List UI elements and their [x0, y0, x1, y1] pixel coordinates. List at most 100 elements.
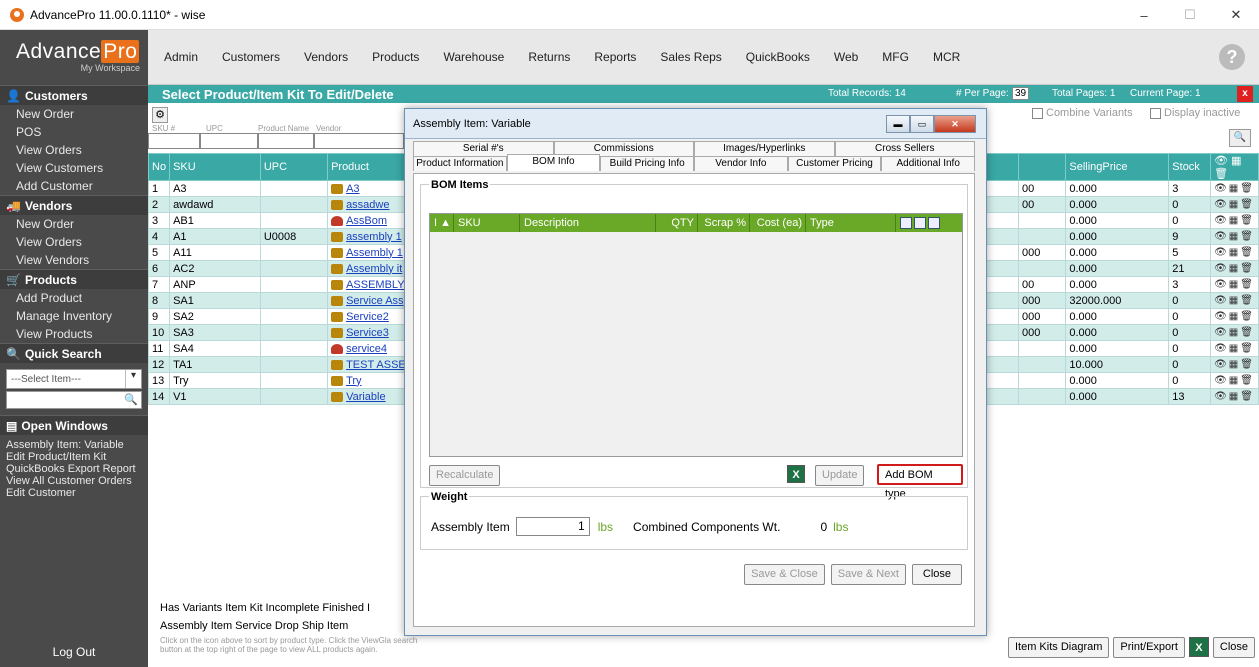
open-window-item[interactable]: Assembly Item: Variable: [0, 439, 148, 451]
sidebar-item-pos[interactable]: POS: [0, 123, 148, 141]
checkbox-icon[interactable]: [1150, 107, 1161, 119]
close-window-button[interactable]: ✕: [1213, 0, 1259, 30]
trash-icon[interactable]: 🗑: [1240, 199, 1255, 210]
edit-icon[interactable]: ▦: [1229, 215, 1240, 226]
product-link[interactable]: Service Ass: [346, 295, 403, 307]
edit-icon[interactable]: ▦: [1229, 295, 1240, 306]
tab-bom-info[interactable]: BOM Info: [506, 154, 601, 171]
sidebar-item-new-order[interactable]: New Order: [0, 105, 148, 123]
tab-images-hyperlinks[interactable]: Images/Hyperlinks: [694, 141, 835, 156]
tab-cross-sellers[interactable]: Cross Sellers: [834, 141, 975, 156]
tab-vendor-info[interactable]: Vendor Info: [694, 156, 788, 171]
close-list-button[interactable]: x: [1237, 86, 1253, 102]
sidebar-item-view-vendors[interactable]: View Vendors: [0, 251, 148, 269]
bom-col-scrap[interactable]: Scrap %: [698, 214, 750, 232]
quick-search-select[interactable]: ---Select Item--- ▾: [6, 369, 142, 389]
trash-icon[interactable]: 🗑: [1240, 359, 1255, 370]
cell-product[interactable]: TEST ASSE: [327, 356, 410, 373]
cell-product[interactable]: ASSEMBLY: [327, 276, 410, 293]
view-icon[interactable]: 👁: [1214, 311, 1229, 322]
tab-build-pricing-info[interactable]: Build Pricing Info: [600, 156, 695, 171]
view-icon[interactable]: 👁: [1214, 199, 1229, 210]
product-link[interactable]: Try: [346, 375, 361, 387]
minimize-button[interactable]: –: [1121, 0, 1167, 30]
edit-icon[interactable]: ▦: [1229, 183, 1240, 194]
view-all-search-button[interactable]: 🔍: [1229, 129, 1251, 147]
sidebar-item-manage-inventory[interactable]: Manage Inventory: [0, 307, 148, 325]
trash-icon[interactable]: 🗑: [1240, 215, 1255, 226]
bom-col-cost[interactable]: Cost (ea): [750, 214, 806, 232]
trash-icon[interactable]: 🗑: [1240, 375, 1255, 386]
product-link[interactable]: Service2: [346, 311, 389, 323]
chevron-down-icon[interactable]: ▾: [125, 370, 141, 388]
menu-warehouse[interactable]: Warehouse: [443, 50, 504, 64]
edit-icon[interactable]: ▦: [1229, 199, 1240, 210]
product-link[interactable]: ASSEMBLY: [346, 279, 405, 291]
cell-product[interactable]: Service2: [327, 308, 410, 325]
cell-product[interactable]: AssBom: [327, 212, 410, 229]
product-link[interactable]: Variable: [346, 391, 386, 403]
view-icon[interactable]: 👁: [1214, 183, 1229, 194]
menu-sales-reps[interactable]: Sales Reps: [660, 50, 721, 64]
recalculate-button[interactable]: Recalculate: [429, 465, 501, 486]
menu-products[interactable]: Products: [372, 50, 419, 64]
maximize-button[interactable]: ☐: [1167, 0, 1213, 30]
cell-product[interactable]: Service Ass: [327, 292, 410, 309]
menu-mcr[interactable]: MCR: [933, 50, 960, 64]
view-icon[interactable]: 👁: [1214, 295, 1229, 306]
view-icon[interactable]: 👁: [1214, 343, 1229, 354]
product-link[interactable]: TEST ASSE: [346, 359, 406, 371]
sidebar-item-view-customers[interactable]: View Customers: [0, 159, 148, 177]
menu-vendors[interactable]: Vendors: [304, 50, 348, 64]
product-link[interactable]: assadwe: [346, 199, 389, 211]
filter-sku-input[interactable]: [148, 133, 200, 149]
view-icon[interactable]: 👁: [1214, 391, 1229, 402]
sidebar-item-vendor-new-order[interactable]: New Order: [0, 215, 148, 233]
trash-icon[interactable]: 🗑: [1240, 263, 1255, 274]
product-link[interactable]: Assembly 1: [346, 247, 403, 259]
product-link[interactable]: service4: [346, 343, 387, 355]
cell-product[interactable]: service4: [327, 340, 410, 357]
column-header-selling-price[interactable]: SellingPrice: [1065, 153, 1170, 181]
edit-icon[interactable]: ▦: [1229, 359, 1240, 370]
edit-icon[interactable]: ▦: [1229, 311, 1240, 322]
bom-col-index[interactable]: I ▲: [430, 214, 454, 232]
edit-icon[interactable]: ▦: [1229, 279, 1240, 290]
open-window-item[interactable]: QuickBooks Export Report: [0, 463, 148, 475]
product-link[interactable]: Service3: [346, 327, 389, 339]
sidebar-item-add-product[interactable]: Add Product: [0, 289, 148, 307]
cell-product[interactable]: Assembly 1: [327, 244, 410, 261]
checkbox-icon[interactable]: [1032, 107, 1043, 119]
view-icon[interactable]: 👁: [1214, 215, 1229, 226]
edit-icon[interactable]: ▦: [1229, 231, 1240, 242]
combine-variants-checkbox[interactable]: Combine Variants: [1032, 107, 1133, 119]
trash-icon[interactable]: 🗑: [1240, 327, 1255, 338]
menu-web[interactable]: Web: [834, 50, 858, 64]
save-close-button[interactable]: Save & Close: [744, 564, 825, 585]
item-kits-diagram-button[interactable]: Item Kits Diagram: [1007, 637, 1110, 658]
dialog-maximize-button[interactable]: ▭: [910, 115, 934, 133]
trash-icon[interactable]: 🗑: [1240, 247, 1255, 258]
excel-icon[interactable]: X: [787, 465, 805, 483]
cell-product[interactable]: Service3: [327, 324, 410, 341]
view-icon[interactable]: 👁: [1214, 375, 1229, 386]
save-next-button[interactable]: Save & Next: [830, 564, 906, 585]
menu-quickbooks[interactable]: QuickBooks: [746, 50, 810, 64]
view-icon[interactable]: 👁: [1214, 263, 1229, 274]
view-icon[interactable]: 👁: [1214, 359, 1229, 370]
edit-icon[interactable]: [914, 217, 926, 229]
bom-col-qty[interactable]: QTY: [656, 214, 698, 232]
trash-icon[interactable]: 🗑: [1240, 183, 1255, 194]
tab-product-information[interactable]: Product Information: [413, 156, 507, 171]
view-icon[interactable]: 👁: [1214, 247, 1229, 258]
display-inactive-checkbox[interactable]: Display inactive: [1150, 107, 1240, 119]
product-link[interactable]: Assembly it: [346, 263, 402, 275]
trash-icon[interactable]: 🗑: [1240, 231, 1255, 242]
update-button[interactable]: Update: [815, 465, 865, 486]
cell-product[interactable]: assembly 1: [327, 228, 410, 245]
gear-icon[interactable]: ⚙: [152, 107, 168, 123]
help-icon[interactable]: ?: [1219, 44, 1245, 70]
filter-upc-input[interactable]: [200, 133, 258, 149]
menu-reports[interactable]: Reports: [594, 50, 636, 64]
menu-customers[interactable]: Customers: [222, 50, 280, 64]
